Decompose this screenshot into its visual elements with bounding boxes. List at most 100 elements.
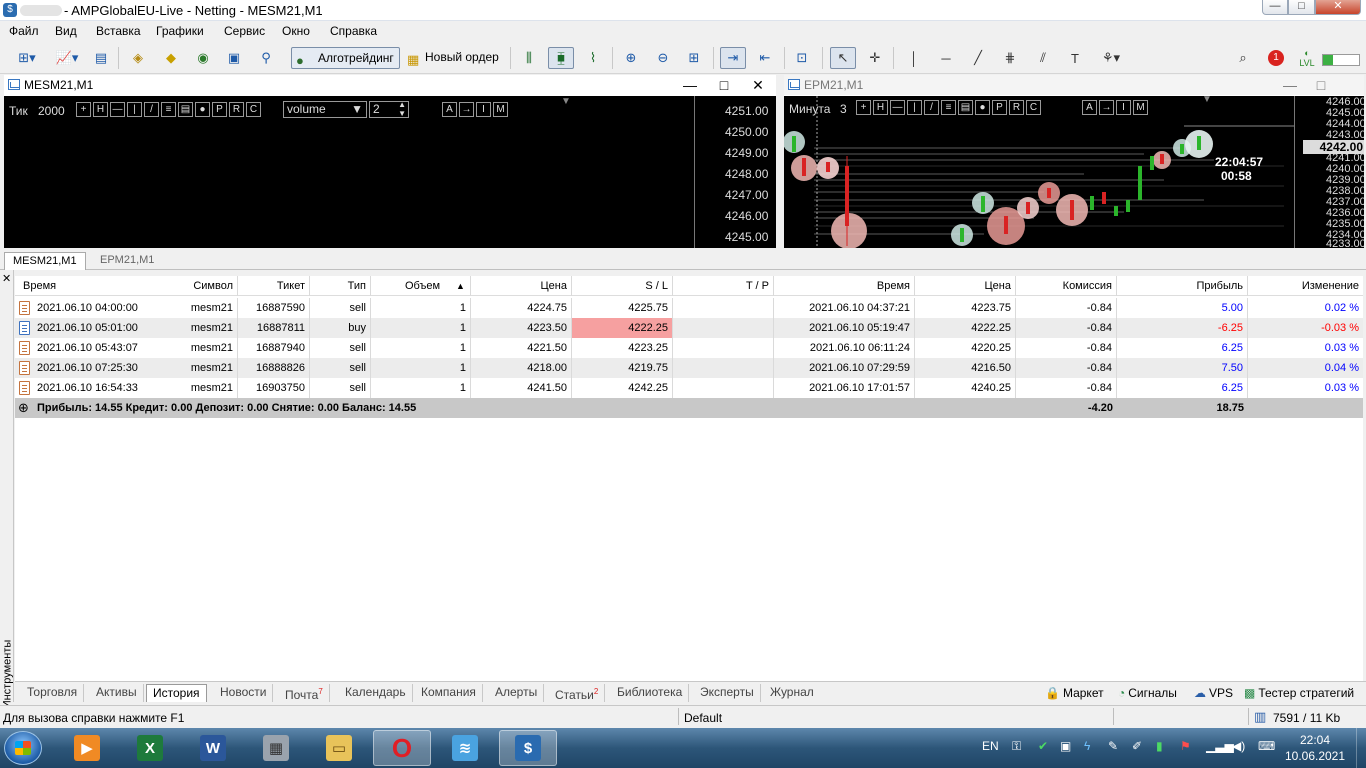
market-watch-icon[interactable]: ◈	[127, 47, 149, 69]
table-row[interactable]: 2021.06.10 04:00:00 mesm21 16887590 sell…	[15, 298, 1363, 318]
tab-library[interactable]: Библиотека	[611, 684, 690, 702]
search-icon[interactable]: ⌕	[1232, 47, 1254, 69]
crosshair-icon[interactable]: ✛	[864, 47, 886, 69]
tray-battery-icon[interactable]: ▮	[1156, 739, 1163, 753]
chart-tool-hline-icon[interactable]: —	[110, 101, 125, 117]
chart-tool-r-icon[interactable]: R	[1009, 99, 1024, 115]
level-icon[interactable]: ◐ LVL	[1296, 47, 1318, 69]
maximize-button[interactable]: □	[1288, 0, 1315, 15]
language-indicator[interactable]: EN	[982, 739, 999, 753]
tab-assets[interactable]: Активы	[90, 684, 144, 702]
taskbar-media-player[interactable]: ▶	[58, 730, 116, 766]
tab-company[interactable]: Компания	[415, 684, 483, 702]
tab-journal[interactable]: Журнал	[764, 684, 820, 702]
chart-maximize-button[interactable]: □	[714, 76, 734, 94]
tray-volume-icon[interactable]: ◀)	[1232, 739, 1245, 753]
clock[interactable]: 22:04 10.06.2021	[1280, 732, 1350, 764]
taskbar-network[interactable]: ≋	[436, 730, 494, 766]
chart-maximize-button[interactable]: □	[1311, 76, 1331, 94]
shapes-menu-icon[interactable]: ⚘▾	[1096, 47, 1126, 69]
chart-tool-hline-icon[interactable]: —	[890, 99, 905, 115]
chart-tool-list-icon[interactable]: ≡	[941, 99, 956, 115]
table-row[interactable]: 2021.06.10 05:01:00 mesm21 16887811 buy …	[15, 318, 1363, 338]
tab-mesm21[interactable]: MESM21,M1	[4, 252, 86, 270]
chart-tool-cursor-icon[interactable]: I	[1116, 99, 1131, 115]
column-header[interactable]: Прибыль	[1117, 276, 1248, 296]
chart-tool-vline-icon[interactable]: |	[907, 99, 922, 115]
tab-alerts[interactable]: Алерты	[489, 684, 545, 702]
chart-tool-p-icon[interactable]: P	[212, 101, 227, 117]
tab-articles[interactable]: Статьи2	[549, 684, 606, 702]
chart-tool-circle-icon[interactable]: ●	[975, 99, 990, 115]
column-header-volume[interactable]: Объем ▲	[371, 276, 471, 296]
market-link[interactable]: 🔒 Маркет	[1045, 686, 1104, 700]
column-header[interactable]: Изменение	[1248, 276, 1363, 296]
algo-trading-button[interactable]: ● Алготрейдинг	[291, 47, 400, 69]
table-row[interactable]: 2021.06.10 16:54:33 mesm21 16903750 sell…	[15, 378, 1363, 398]
minimize-button[interactable]: —	[1262, 0, 1288, 15]
fibo-fan-icon[interactable]: ⫽	[1032, 47, 1054, 69]
indicators-icon[interactable]: ⊡	[791, 47, 813, 69]
autoscroll-icon[interactable]: ⇥	[720, 47, 746, 69]
chart-tool-m-icon[interactable]: M	[493, 101, 508, 117]
chart-tool-cursor-icon[interactable]: I	[476, 101, 491, 117]
chart-tool-c-icon[interactable]: C	[246, 101, 261, 117]
volume-select[interactable]: volume ▼	[283, 101, 367, 118]
tab-news[interactable]: Новости	[214, 684, 274, 702]
chart-tool-vline-icon[interactable]: |	[127, 101, 142, 117]
tray-pen-icon[interactable]: ✐	[1132, 739, 1142, 753]
tray-bluetooth-icon[interactable]: ϟ	[1084, 739, 1090, 753]
cursor-icon[interactable]: ↖	[830, 47, 856, 69]
tile-windows-icon[interactable]: ⊞	[683, 47, 705, 69]
menu-window[interactable]: Окно	[282, 24, 310, 38]
menu-charts[interactable]: Графики	[156, 24, 204, 38]
chart-minimize-button[interactable]: —	[680, 76, 700, 94]
navigator-icon[interactable]: ◆	[160, 47, 182, 69]
column-header[interactable]: Цена	[915, 276, 1016, 296]
taskbar-metatrader[interactable]: $	[499, 730, 557, 766]
taskbar-word[interactable]: W	[184, 730, 242, 766]
column-header[interactable]: Комиссия	[1016, 276, 1117, 296]
terminal-icon[interactable]: ▣	[223, 47, 245, 69]
trend-line-icon[interactable]: ╱	[967, 47, 989, 69]
tab-mail[interactable]: Почта7	[279, 684, 330, 702]
column-header[interactable]: Символ	[170, 276, 238, 296]
new-order-button[interactable]: ▦ Новый ордер	[403, 47, 503, 69]
tray-usb-icon[interactable]: ⚿	[1012, 739, 1021, 754]
chart-tool-list-icon[interactable]: ≡	[161, 101, 176, 117]
chart-tool-h-icon[interactable]: H	[93, 101, 108, 117]
taskbar-excel[interactable]: X	[121, 730, 179, 766]
zoom-in-icon[interactable]: ⊕	[620, 47, 642, 69]
chart-close-button[interactable]: ✕	[748, 76, 768, 94]
data-window-icon[interactable]: ◉	[192, 47, 214, 69]
chart-tool-text-icon[interactable]: ▤	[178, 101, 193, 117]
menu-view[interactable]: Вид	[55, 24, 77, 38]
table-row[interactable]: 2021.06.10 07:25:30 mesm21 16888826 sell…	[15, 358, 1363, 378]
chart-tool-h-icon[interactable]: H	[873, 99, 888, 115]
taskbar-calculator[interactable]: ▦	[247, 730, 305, 766]
chart-tool-arrow-icon[interactable]: →	[1099, 99, 1114, 115]
line-chart-icon[interactable]: ⌇	[582, 47, 604, 69]
templates-icon[interactable]: ▤	[90, 47, 112, 69]
fibonacci-icon[interactable]: ⋕	[999, 47, 1021, 69]
chart-tool-trend-icon[interactable]: /	[924, 99, 939, 115]
notifications-icon[interactable]: 1	[1262, 47, 1290, 69]
chart-tool-text-icon[interactable]: ▤	[958, 99, 973, 115]
close-button[interactable]: ✕	[1315, 0, 1361, 15]
zoom-out-icon[interactable]: ⊖	[652, 47, 674, 69]
menu-file[interactable]: Файл	[9, 24, 39, 38]
profiles-icon[interactable]: 📈▾	[50, 47, 84, 69]
horizontal-line-icon[interactable]: ─	[935, 47, 957, 69]
tab-epm21[interactable]: EPM21,M1	[92, 252, 162, 270]
strategy-tester-link[interactable]: ▩ Тестер стратегий	[1244, 686, 1354, 700]
menu-service[interactable]: Сервис	[224, 24, 265, 38]
tab-trade[interactable]: Торговля	[21, 684, 85, 702]
show-desktop-button[interactable]	[1356, 728, 1366, 768]
vps-link[interactable]: ☁ VPS	[1194, 686, 1233, 700]
chart-tool-m-icon[interactable]: M	[1133, 99, 1148, 115]
column-header[interactable]: Время	[774, 276, 915, 296]
column-header[interactable]: Тикет	[238, 276, 310, 296]
taskbar-opera[interactable]: O	[373, 730, 431, 766]
tray-alert-icon[interactable]: ⚑	[1180, 739, 1191, 753]
column-header[interactable]: Время	[19, 276, 169, 296]
